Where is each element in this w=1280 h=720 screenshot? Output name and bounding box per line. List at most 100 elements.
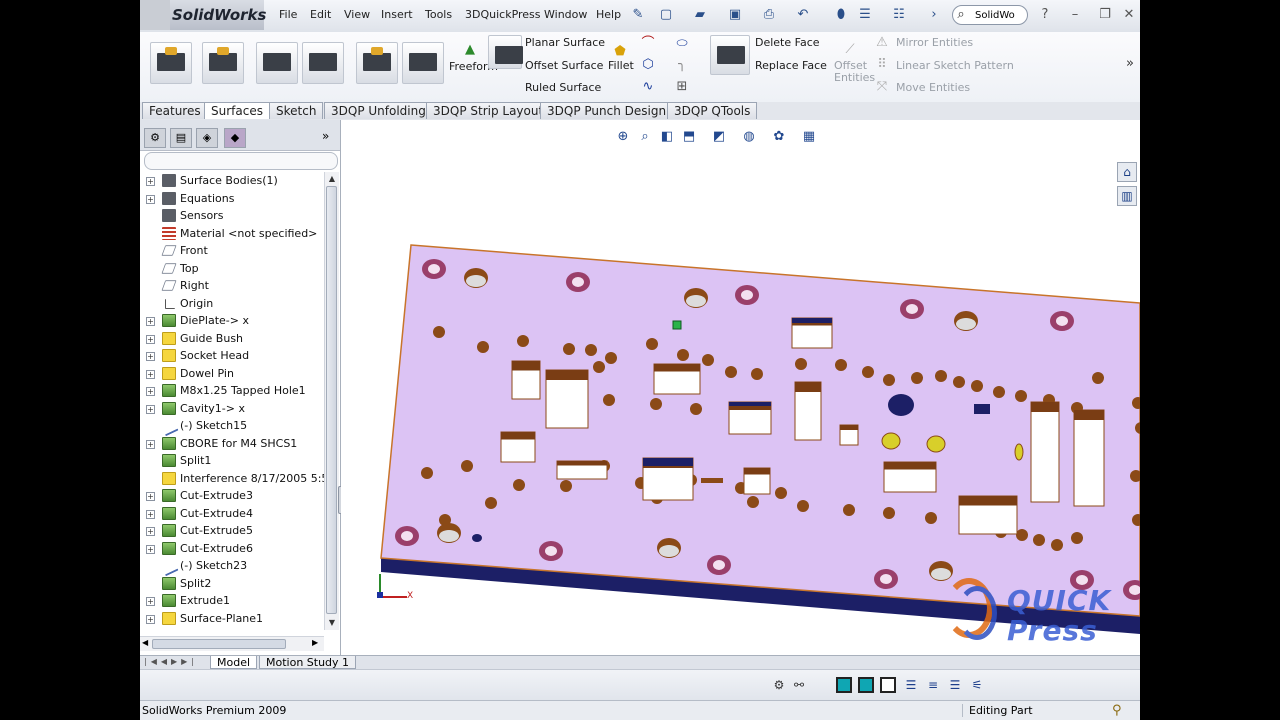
expand-toggle-icon[interactable]: + bbox=[146, 492, 155, 501]
move-entities-button[interactable]: Move Entities bbox=[896, 81, 970, 94]
filled-surface-button[interactable] bbox=[402, 42, 444, 84]
sketch-fillet-icon[interactable]: ╮ bbox=[674, 57, 690, 73]
menu-view[interactable]: View bbox=[344, 8, 370, 21]
mirror-entities-button[interactable]: Mirror Entities bbox=[896, 36, 973, 49]
delete-face-button[interactable]: Delete Face bbox=[755, 36, 820, 49]
tree-item[interactable]: + Extrude1 bbox=[140, 592, 324, 610]
fillet-button[interactable]: Fillet bbox=[608, 59, 634, 72]
shaded-icon[interactable] bbox=[858, 677, 874, 693]
tree-item[interactable]: Front bbox=[140, 242, 324, 260]
hidden-lines-icon[interactable] bbox=[880, 677, 896, 693]
tab-sketch[interactable]: Sketch bbox=[269, 102, 324, 119]
open-folder-icon[interactable]: ▰ bbox=[691, 6, 709, 24]
options-icon[interactable]: ☷ bbox=[890, 6, 908, 24]
cameras-icon[interactable]: ⚟ bbox=[968, 676, 986, 694]
zoom-to-fit-icon[interactable]: ⊕ bbox=[613, 128, 633, 146]
undo-icon[interactable]: ↶ bbox=[794, 6, 812, 24]
expand-toggle-icon[interactable]: + bbox=[146, 597, 155, 606]
arc-icon[interactable]: ⌒ bbox=[640, 36, 656, 52]
tree-horizontal-scrollbar[interactable]: ◀ ▶ bbox=[140, 636, 324, 651]
rebuild-tool-icon[interactable]: ⚙ bbox=[770, 676, 788, 694]
tab-3dqp-qtools[interactable]: 3DQP QTools bbox=[667, 102, 758, 119]
expand-toggle-icon[interactable]: + bbox=[146, 614, 155, 624]
expand-toggle-icon[interactable]: + bbox=[146, 334, 155, 344]
close-button[interactable]: ✕ bbox=[1120, 6, 1138, 24]
tree-item[interactable]: Origin bbox=[140, 295, 324, 313]
propertymanager-tab-icon[interactable]: ▤ bbox=[170, 128, 192, 148]
menu-help[interactable]: Help bbox=[596, 8, 621, 21]
tab-3dqp-punch-design[interactable]: 3DQP Punch Design bbox=[540, 102, 674, 119]
tree-item[interactable]: (-) Sketch15 bbox=[140, 416, 324, 437]
face-tools-button[interactable] bbox=[710, 35, 750, 75]
expand-toggle-icon[interactable]: + bbox=[146, 439, 155, 449]
tree-item[interactable]: Material <not specified> bbox=[140, 225, 324, 243]
tree-item[interactable]: + Cut-Extrude6 bbox=[140, 540, 324, 558]
menu-window[interactable]: Window bbox=[544, 8, 587, 21]
minimize-button[interactable]: – bbox=[1066, 6, 1084, 24]
tree-filter-input[interactable] bbox=[144, 152, 338, 170]
tree-item[interactable]: + Equations bbox=[140, 190, 324, 208]
spline-icon[interactable]: ∿ bbox=[640, 79, 656, 95]
extruded-surface-button[interactable] bbox=[150, 42, 192, 84]
polygon-icon[interactable]: ⬡ bbox=[640, 57, 656, 73]
task-pane-library-icon[interactable]: ▥ bbox=[1117, 186, 1137, 206]
tree-item[interactable]: Split2 bbox=[140, 575, 324, 593]
featuremanager-tab-icon[interactable]: ⚙ bbox=[144, 128, 166, 148]
expand-toggle-icon[interactable]: + bbox=[146, 404, 155, 414]
menu-file[interactable]: File bbox=[279, 8, 297, 21]
menu-3dquickpress[interactable]: 3DQuickPress bbox=[465, 8, 541, 21]
tree-item[interactable]: + Cut-Extrude5 bbox=[140, 522, 324, 540]
tree-item[interactable]: + Socket Head bbox=[140, 347, 324, 365]
file-properties-icon[interactable]: ☰ bbox=[856, 6, 874, 24]
tree-item[interactable]: + CBORE for M4 SHCS1 bbox=[140, 435, 324, 453]
shaded-with-edges-icon[interactable] bbox=[836, 677, 852, 693]
tree-item[interactable]: + Dowel Pin bbox=[140, 365, 324, 383]
tab-navigation-arrows-icon[interactable]: |◀◀▶▶| bbox=[144, 657, 198, 666]
tab-3dqp-unfolding[interactable]: 3DQP Unfolding bbox=[324, 102, 433, 119]
tree-vertical-scroll-thumb[interactable] bbox=[326, 186, 337, 614]
scroll-up-icon[interactable]: ▲ bbox=[327, 174, 337, 184]
menu-edit[interactable]: Edit bbox=[310, 8, 331, 21]
grid-icon[interactable]: ⊞ bbox=[674, 79, 690, 95]
task-pane-home-icon[interactable]: ⌂ bbox=[1117, 162, 1137, 182]
offset-surface-button[interactable]: Offset Surface bbox=[525, 59, 603, 72]
tab-motion-study-1[interactable]: Motion Study 1 bbox=[259, 656, 357, 669]
offset-entities-button[interactable]: Offset Entities bbox=[834, 60, 875, 84]
tree-item[interactable]: + Cavity1-> x bbox=[140, 400, 324, 418]
tree-item[interactable]: + Cut-Extrude3 bbox=[140, 487, 324, 505]
zoom-to-area-icon[interactable]: ⌕ bbox=[635, 128, 655, 146]
viewport-minimize-icon[interactable]: – bbox=[1077, 120, 1091, 124]
expand-toggle-icon[interactable]: + bbox=[146, 352, 155, 361]
die-plate-model[interactable] bbox=[341, 120, 1140, 655]
tab-surfaces[interactable]: Surfaces bbox=[204, 102, 270, 119]
menu-insert[interactable]: Insert bbox=[381, 8, 413, 21]
ellipse-icon[interactable]: ⬭ bbox=[674, 36, 690, 52]
boundary-surface-button[interactable] bbox=[356, 42, 398, 84]
linear-sketch-pattern-button[interactable]: Linear Sketch Pattern bbox=[896, 59, 1014, 72]
surface-tool-button[interactable] bbox=[488, 35, 523, 69]
panel-expand-chevron-icon[interactable]: » bbox=[322, 129, 329, 143]
revolved-surface-button[interactable] bbox=[202, 42, 244, 84]
new-document-icon[interactable]: ▢ bbox=[657, 6, 675, 24]
menu-tools[interactable]: Tools bbox=[425, 8, 452, 21]
pin-icon[interactable]: ✎ bbox=[629, 6, 647, 24]
tab-model[interactable]: Model bbox=[210, 656, 258, 669]
lofted-surface-button[interactable] bbox=[302, 42, 344, 84]
tree-item[interactable]: + Guide Bush bbox=[140, 330, 324, 348]
configurationmanager-tab-icon[interactable]: ◈ bbox=[196, 128, 218, 148]
save-icon[interactable]: ▣ bbox=[726, 6, 744, 24]
tree-item[interactable]: Split1 bbox=[140, 452, 324, 470]
tab-features[interactable]: Features bbox=[142, 102, 208, 119]
overflow-chevron-icon[interactable]: › bbox=[925, 6, 943, 24]
graphics-area[interactable]: ⊕ ⌕ ◧ ⬒ ◩ ◍ ✿ ▦ – ❐ ✕ ⌂ ▥ X QUICK Press bbox=[341, 120, 1140, 655]
section-view-icon[interactable]: ⬒ bbox=[679, 128, 699, 146]
help-icon[interactable]: ? bbox=[1036, 6, 1054, 24]
scroll-right-icon[interactable]: ▶ bbox=[312, 638, 318, 647]
tree-item[interactable]: Sensors bbox=[140, 207, 324, 225]
display-style-icon[interactable]: ◍ bbox=[739, 128, 759, 146]
expand-toggle-icon[interactable]: + bbox=[146, 387, 155, 396]
expand-toggle-icon[interactable]: + bbox=[146, 509, 155, 519]
tree-item[interactable]: Interference 8/17/2005 5:58: bbox=[140, 470, 324, 488]
expand-toggle-icon[interactable]: + bbox=[146, 177, 155, 186]
print-icon[interactable]: ⎙ bbox=[760, 6, 778, 24]
